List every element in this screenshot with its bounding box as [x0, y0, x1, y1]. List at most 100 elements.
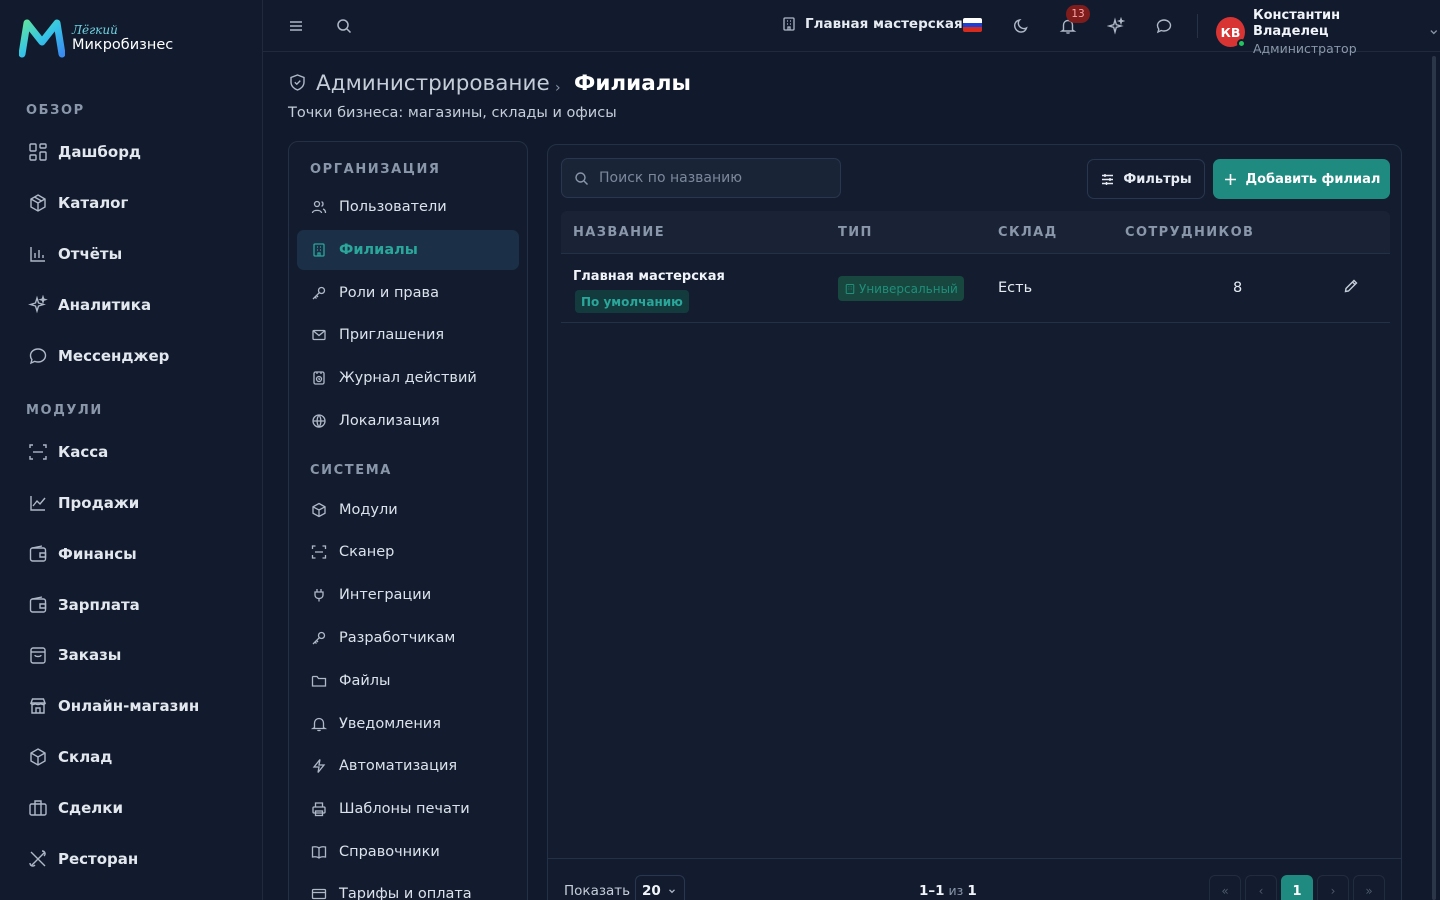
per-page-label: Показать — [564, 883, 631, 899]
branch-type-badge: Универсальный — [838, 276, 964, 301]
nav-item-label: Склад — [58, 748, 113, 766]
nav-item-restaurant[interactable]: Ресторан — [28, 847, 138, 871]
search-field[interactable] — [561, 158, 841, 198]
admin-nav-users[interactable]: Пользователи — [297, 187, 519, 227]
first-page-button[interactable]: « — [1209, 875, 1241, 900]
admin-nav-branches[interactable]: Филиалы — [297, 230, 519, 270]
per-page-select[interactable]: 20 — [635, 875, 685, 900]
shield-icon — [290, 74, 305, 91]
nav-item-label: Мессенджер — [58, 347, 170, 365]
scan-icon — [28, 442, 48, 462]
brand-line1: Лёгкий — [72, 22, 118, 37]
breadcrumb-root[interactable]: Администрирование — [316, 71, 550, 96]
chevron-left-icon: ‹ — [1258, 884, 1264, 898]
nav-item-label: Зарплата — [58, 596, 140, 614]
user-menu[interactable]: КВ Константин Владелец Администратор — [1216, 8, 1440, 56]
menu-toggle-button[interactable] — [280, 10, 312, 42]
branch-employees-count: 8 — [1233, 280, 1243, 296]
column-header-name[interactable]: НАЗВАНИЕ — [573, 225, 665, 240]
last-page-button[interactable]: » — [1353, 875, 1385, 900]
avatar-initials: КВ — [1220, 24, 1241, 40]
admin-nav-label: Пользователи — [339, 199, 447, 215]
nav-item-label: Ресторан — [58, 850, 139, 868]
building-icon — [783, 17, 795, 31]
admin-nav-integrations[interactable]: Интеграции — [297, 575, 519, 615]
admin-nav-label: Филиалы — [339, 242, 418, 258]
admin-nav-label: Журнал действий — [339, 370, 477, 386]
nav-item-label: Аналитика — [58, 296, 152, 314]
nav-item-label: Каталог — [58, 194, 129, 212]
key-icon — [311, 285, 327, 301]
nav-item-cashier[interactable]: Касса — [28, 440, 108, 464]
nav-item-reports[interactable]: Отчёты — [28, 242, 122, 266]
ai-assistant-button[interactable] — [1100, 10, 1132, 42]
admin-nav-roles[interactable]: Роли и права — [297, 273, 519, 313]
online-status-dot — [1236, 39, 1246, 49]
admin-nav-localization[interactable]: Локализация — [297, 401, 519, 441]
building-icon — [845, 283, 855, 294]
nav-item-salary[interactable]: Зарплата — [28, 593, 140, 617]
admin-nav-invitations[interactable]: Приглашения — [297, 315, 519, 355]
nav-item-messenger[interactable]: Мессенджер — [28, 344, 169, 368]
admin-nav-label: Разработчикам — [339, 630, 456, 646]
reports-icon — [28, 244, 48, 264]
messages-button[interactable] — [1148, 10, 1180, 42]
edit-branch-button[interactable] — [1343, 278, 1363, 298]
wallet-icon — [28, 544, 48, 564]
theme-toggle-button[interactable] — [1005, 10, 1037, 42]
nav-item-warehouse[interactable]: Склад — [28, 745, 112, 769]
search-input[interactable] — [599, 170, 829, 186]
admin-nav-label: Локализация — [339, 413, 440, 429]
key-icon — [311, 630, 327, 646]
admin-nav-modules[interactable]: Модули — [297, 490, 519, 530]
branch-selector[interactable]: Главная мастерская — [781, 16, 963, 32]
nav-item-online-store[interactable]: Онлайн-магазин — [28, 694, 199, 718]
column-header-employees[interactable]: СОТРУДНИКОВ — [1125, 225, 1254, 240]
column-header-type[interactable]: ТИП — [838, 225, 873, 240]
language-flag-ru[interactable] — [963, 18, 982, 32]
nav-item-analytics[interactable]: Аналитика — [28, 293, 151, 317]
page-button-1[interactable]: 1 — [1281, 875, 1313, 900]
book-icon — [311, 844, 327, 860]
add-branch-button[interactable]: Добавить филиал — [1213, 159, 1390, 199]
admin-nav-print-templates[interactable]: Шаблоны печати — [297, 789, 519, 829]
nav-item-finance[interactable]: Финансы — [28, 542, 137, 566]
admin-nav-developers[interactable]: Разработчикам — [297, 618, 519, 658]
admin-nav-billing[interactable]: Тарифы и оплата — [297, 874, 519, 900]
folder-icon — [311, 673, 327, 689]
clipboard-icon — [28, 645, 48, 665]
admin-nav-scanner[interactable]: Сканер — [297, 532, 519, 572]
admin-nav-references[interactable]: Справочники — [297, 832, 519, 872]
nav-item-sales[interactable]: Продажи — [28, 491, 139, 515]
nav-item-label: Отчёты — [58, 245, 123, 263]
page-scrollbar[interactable] — [1432, 56, 1436, 900]
dashboard-icon — [28, 142, 48, 162]
admin-nav-files[interactable]: Файлы — [297, 661, 519, 701]
nav-item-dashboard[interactable]: Дашборд — [28, 140, 141, 164]
sparkles-icon — [28, 295, 48, 315]
admin-nav-automation[interactable]: Автоматизация — [297, 746, 519, 786]
global-search-button[interactable] — [328, 10, 360, 42]
range-from-to: 1–1 — [919, 883, 945, 899]
filters-button[interactable]: Фильтры — [1087, 159, 1205, 199]
default-badge: По умолчанию — [575, 290, 689, 313]
nav-item-deals[interactable]: Сделки — [28, 796, 123, 820]
admin-section-system: СИСТЕМА — [310, 463, 392, 478]
building-icon — [311, 242, 327, 258]
admin-nav-notifications[interactable]: Уведомления — [297, 704, 519, 744]
prev-page-button[interactable]: ‹ — [1245, 875, 1277, 900]
nav-item-orders[interactable]: Заказы — [28, 643, 121, 667]
sales-chart-icon — [28, 493, 48, 513]
brand-logo[interactable]: Лёгкий Микробизнес — [19, 18, 173, 58]
moon-icon — [1013, 18, 1028, 33]
nav-item-label: Онлайн-магазин — [58, 697, 200, 715]
table-row[interactable]: Главная мастерская По умолчанию Универса… — [561, 255, 1390, 323]
chevron-down-icon — [1430, 30, 1438, 35]
nav-item-catalog[interactable]: Каталог — [28, 191, 128, 215]
column-header-warehouse[interactable]: СКЛАД — [998, 225, 1058, 240]
branch-name: Главная мастерская — [573, 269, 725, 284]
admin-nav-audit-log[interactable]: Журнал действий — [297, 358, 519, 398]
pagination-range: 1–1 из 1 — [919, 883, 977, 899]
range-of-label: из — [948, 883, 964, 898]
next-page-button[interactable]: › — [1317, 875, 1349, 900]
